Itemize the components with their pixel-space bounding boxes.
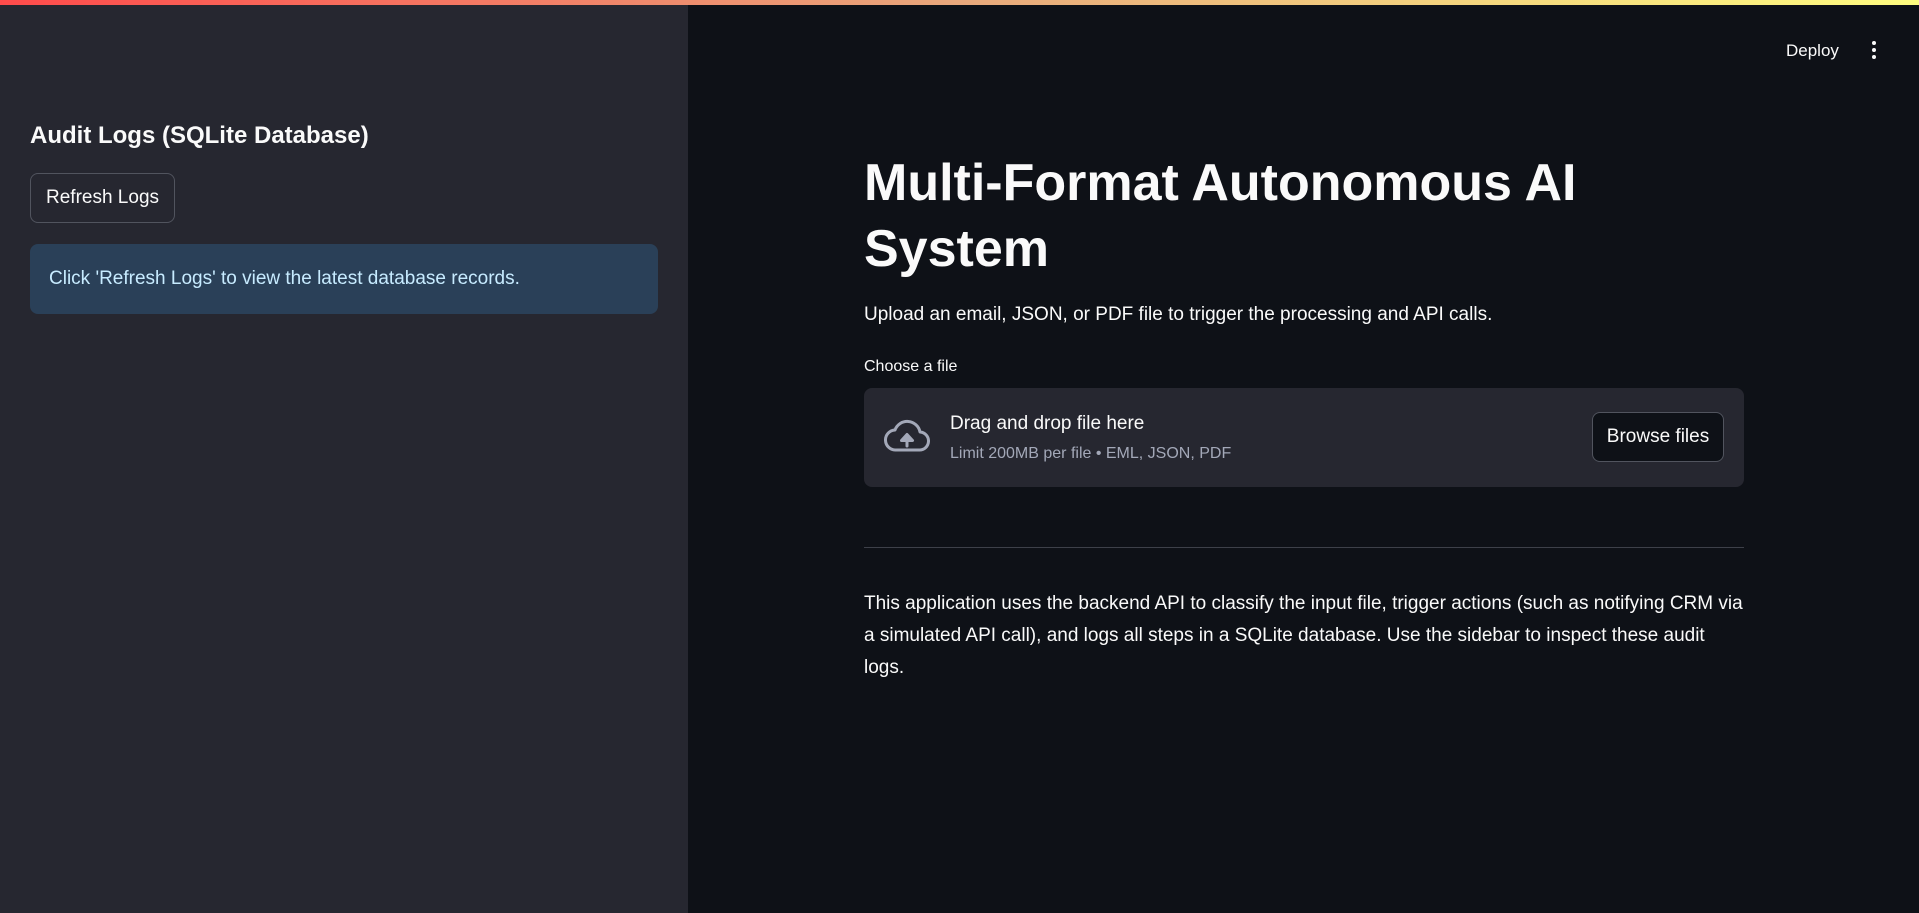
kebab-menu-icon[interactable] (1862, 35, 1886, 65)
top-decoration-bar (0, 0, 1919, 5)
browse-files-button[interactable]: Browse files (1592, 412, 1724, 462)
info-alert: Click 'Refresh Logs' to view the latest … (30, 244, 658, 314)
dropzone-instructions: Drag and drop file here (950, 413, 1145, 434)
menu-dot (1872, 55, 1876, 59)
refresh-logs-button[interactable]: Refresh Logs (30, 173, 176, 223)
deploy-button[interactable]: Deploy (1772, 36, 1853, 66)
page-title: Multi-Format Autonomous AI System (864, 154, 1577, 278)
sidebar: Audit Logs (SQLite Database) Refresh Log… (0, 0, 688, 913)
divider (864, 547, 1744, 548)
dropzone-limit-text: Limit 200MB per file • EML, JSON, PDF (950, 445, 1232, 462)
menu-dot (1872, 41, 1876, 45)
file-uploader-label: Choose a file (864, 358, 958, 375)
sidebar-title: Audit Logs (SQLite Database) (30, 122, 369, 149)
app-description: This application uses the backend API to… (864, 593, 1743, 678)
page-subtitle: Upload an email, JSON, or PDF file to tr… (864, 304, 1493, 325)
file-dropzone[interactable]: Drag and drop file here Limit 200MB per … (864, 388, 1744, 487)
cloud-upload-icon (884, 419, 930, 452)
menu-dot (1872, 48, 1876, 52)
